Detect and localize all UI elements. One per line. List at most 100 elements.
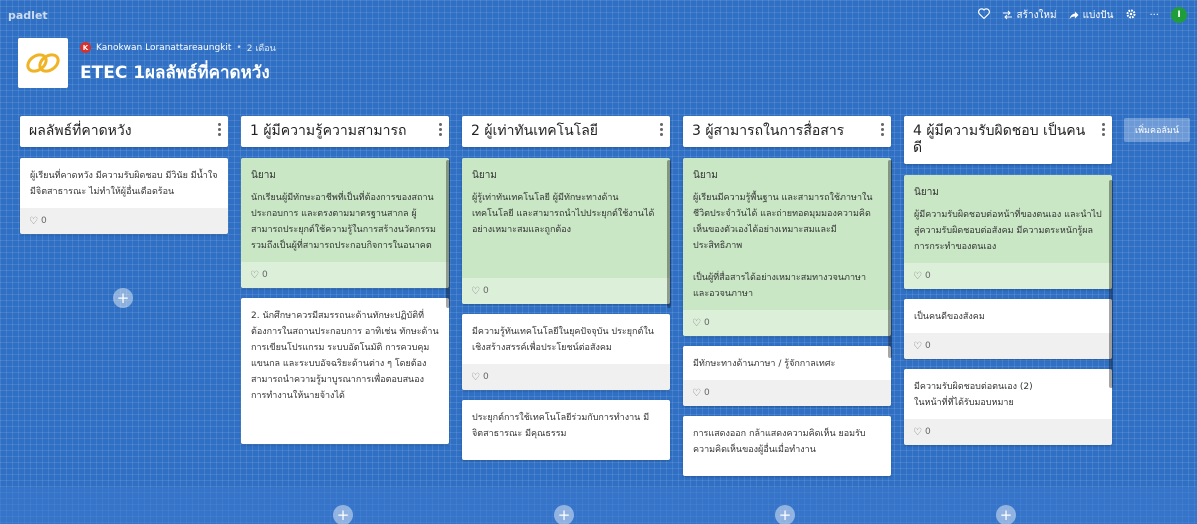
post-list: นิยาม ผู้รู้เท่าทันเทคโนโลยี ผู้มีทักษะท… bbox=[462, 158, 670, 460]
post-text: มีความรับผิดชอบต่อตนเอง (2) ในหน้าที่ที่… bbox=[914, 382, 1033, 408]
post-title: นิยาม bbox=[693, 170, 718, 181]
post-footer: ♡ 0 bbox=[683, 380, 891, 406]
post-card[interactable]: มีความรู้ทันเทคโนโลยีในยุคปัจจุบัน ประยุ… bbox=[462, 314, 670, 390]
column-title: 4 ผู้มีความรับผิดชอบ เป็นคนดี bbox=[913, 123, 1086, 156]
author-avatar: K bbox=[80, 42, 91, 53]
heart-icon[interactable]: ♡ bbox=[471, 372, 480, 383]
post-text: มีความรู้ทันเทคโนโลยีในยุคปัจจุบัน ประยุ… bbox=[472, 327, 654, 353]
post-footer: ♡ 0 bbox=[904, 263, 1112, 289]
heart-icon[interactable]: ♡ bbox=[913, 271, 922, 282]
author-line: K Kanokwan Loranattareaungkit • 2 เดือน bbox=[80, 41, 276, 55]
post-footer: ♡ 0 bbox=[904, 333, 1112, 359]
heart-icon[interactable]: ♡ bbox=[692, 318, 701, 329]
heart-icon[interactable]: ♡ bbox=[913, 427, 922, 438]
column-menu-icon[interactable] bbox=[658, 121, 664, 138]
column-header[interactable]: 2 ผู้เท่าทันเทคโนโลยี bbox=[462, 116, 670, 147]
heart-icon[interactable]: ♡ bbox=[913, 341, 922, 352]
add-post-button[interactable]: + bbox=[554, 505, 574, 524]
add-post-button[interactable]: + bbox=[333, 505, 353, 524]
heart-icon[interactable]: ♡ bbox=[29, 216, 38, 227]
post-list: นิยาม ผู้เรียนมีความรู้พื้นฐาน และสามารถ… bbox=[683, 158, 891, 476]
heart-icon[interactable] bbox=[977, 8, 990, 22]
column-menu-icon[interactable] bbox=[1100, 121, 1106, 138]
post-card[interactable]: ผู้เรียนที่คาดหวัง มีความรับผิดชอบ มีวิน… bbox=[20, 158, 228, 234]
post-body: ผู้เรียนที่คาดหวัง มีความรับผิดชอบ มีวิน… bbox=[20, 158, 228, 208]
column-scrollbar[interactable] bbox=[446, 160, 450, 308]
column-scrollbar[interactable] bbox=[1109, 180, 1113, 388]
column-header[interactable]: 4 ผู้มีความรับผิดชอบ เป็นคนดี bbox=[904, 116, 1112, 164]
post-text: เป็นคนดีของสังคม bbox=[914, 312, 985, 322]
user-avatar[interactable]: I bbox=[1171, 7, 1187, 23]
column-title: 3 ผู้สามารถในการสื่อสาร bbox=[692, 123, 845, 139]
post-text: มีทักษะทางด้านภาษา / รู้จักกาลเทศะ bbox=[693, 359, 836, 369]
like-count: 0 bbox=[482, 286, 489, 296]
author-name[interactable]: Kanokwan Loranattareaungkit bbox=[96, 43, 231, 53]
post-card[interactable]: 2. นักศึกษาควรมีสมรรถนะด้านทักษะปฏิบัติท… bbox=[241, 298, 449, 444]
more-menu-button[interactable]: ··· bbox=[1149, 10, 1159, 21]
post-body: นิยาม ผู้รู้เท่าทันเทคโนโลยี ผู้มีทักษะท… bbox=[462, 158, 670, 278]
add-post-button[interactable]: + bbox=[775, 505, 795, 524]
board-info: K Kanokwan Loranattareaungkit • 2 เดือน … bbox=[80, 41, 276, 86]
gear-icon[interactable] bbox=[1125, 8, 1137, 23]
column-header[interactable]: 1 ผู้มีความรู้ความสามารถ bbox=[241, 116, 449, 147]
separator-dot: • bbox=[236, 42, 242, 53]
share-button[interactable]: แบ่งปัน bbox=[1069, 8, 1114, 23]
remix-button[interactable]: สร้างใหม่ bbox=[1002, 8, 1057, 23]
post-text: ประยุกต์การใช้เทคโนโลยีร่วมกับการทำงาน ม… bbox=[472, 413, 650, 439]
post-card[interactable]: นิยาม นักเรียนผู้มีทักษะอาชีพที่เป็นที่ต… bbox=[241, 158, 449, 288]
post-card[interactable]: การแสดงออก กล้าแสดงความคิดเห็น ยอมรับควา… bbox=[683, 416, 891, 476]
post-body: 2. นักศึกษาควรมีสมรรถนะด้านทักษะปฏิบัติท… bbox=[241, 298, 449, 412]
board-title: ETEC 1ผลลัพธ์ที่คาดหวัง bbox=[80, 62, 270, 83]
post-card[interactable]: เป็นคนดีของสังคม ♡ 0 bbox=[904, 299, 1112, 359]
post-title: นิยาม bbox=[472, 170, 497, 181]
post-body: การแสดงออก กล้าแสดงความคิดเห็น ยอมรับควา… bbox=[683, 416, 891, 466]
column-communication: 3 ผู้สามารถในการสื่อสาร นิยาม ผู้เรียนมี… bbox=[683, 116, 891, 486]
post-card[interactable]: มีทักษะทางด้านภาษา / รู้จักกาลเทศะ ♡ 0 bbox=[683, 346, 891, 406]
post-text: การแสดงออก กล้าแสดงความคิดเห็น ยอมรับควา… bbox=[693, 429, 866, 455]
heart-icon[interactable]: ♡ bbox=[692, 388, 701, 399]
column-menu-icon[interactable] bbox=[879, 121, 885, 138]
post-card[interactable]: นิยาม ผู้รู้เท่าทันเทคโนโลยี ผู้มีทักษะท… bbox=[462, 158, 670, 304]
add-column-button[interactable]: เพิ่มคอลัมน์ bbox=[1124, 118, 1190, 142]
heart-icon[interactable]: ♡ bbox=[250, 270, 259, 281]
remix-icon bbox=[1002, 10, 1012, 20]
post-body: มีความรู้ทันเทคโนโลยีในยุคปัจจุบัน ประยุ… bbox=[462, 314, 670, 364]
post-list: นิยาม ผู้มีความรับผิดชอบต่อหน้าที่ของตนเ… bbox=[904, 175, 1112, 445]
post-body: ประยุกต์การใช้เทคโนโลยีร่วมกับการทำงาน ม… bbox=[462, 400, 670, 450]
share-label: แบ่งปัน bbox=[1082, 9, 1114, 21]
post-age: 2 เดือน bbox=[246, 43, 276, 54]
add-post-button[interactable]: + bbox=[113, 288, 133, 308]
post-card[interactable]: มีความรับผิดชอบต่อตนเอง (2) ในหน้าที่ที่… bbox=[904, 369, 1112, 445]
column-knowledge-ability: 1 ผู้มีความรู้ความสามารถ นิยาม นักเรียนผ… bbox=[241, 116, 449, 454]
padlet-brand[interactable]: padlet bbox=[8, 9, 48, 22]
post-body: นิยาม นักเรียนผู้มีทักษะอาชีพที่เป็นที่ต… bbox=[241, 158, 449, 262]
column-title: 2 ผู้เท่าทันเทคโนโลยี bbox=[471, 123, 599, 139]
heart-icon[interactable]: ♡ bbox=[471, 286, 480, 297]
post-body: มีทักษะทางด้านภาษา / รู้จักกาลเทศะ bbox=[683, 346, 891, 380]
post-card[interactable]: นิยาม ผู้มีความรับผิดชอบต่อหน้าที่ของตนเ… bbox=[904, 175, 1112, 289]
column-header[interactable]: ผลลัพธ์ที่คาดหวัง bbox=[20, 116, 228, 147]
board-logo-icon bbox=[18, 38, 68, 88]
column-scrollbar[interactable] bbox=[888, 160, 892, 358]
like-count: 0 bbox=[703, 318, 710, 328]
post-text: ผู้รู้เท่าทันเทคโนโลยี ผู้มีทักษะทางด้าน… bbox=[472, 193, 655, 235]
post-list: นิยาม นักเรียนผู้มีทักษะอาชีพที่เป็นที่ต… bbox=[241, 158, 449, 444]
column-menu-icon[interactable] bbox=[216, 121, 222, 138]
column-header[interactable]: 3 ผู้สามารถในการสื่อสาร bbox=[683, 116, 891, 147]
remix-label: สร้างใหม่ bbox=[1016, 9, 1057, 21]
post-card[interactable]: ประยุกต์การใช้เทคโนโลยีร่วมกับการทำงาน ม… bbox=[462, 400, 670, 460]
column-scrollbar[interactable] bbox=[667, 160, 671, 308]
post-title: นิยาม bbox=[251, 170, 276, 181]
post-footer: ♡ 0 bbox=[462, 278, 670, 304]
top-actions: สร้างใหม่ แบ่งปัน ··· I bbox=[977, 7, 1187, 23]
post-text: 2. นักศึกษาควรมีสมรรถนะด้านทักษะปฏิบัติท… bbox=[251, 311, 439, 401]
like-count: 0 bbox=[924, 341, 931, 351]
like-count: 0 bbox=[482, 372, 489, 382]
column-menu-icon[interactable] bbox=[437, 121, 443, 138]
column-tech-savvy: 2 ผู้เท่าทันเทคโนโลยี นิยาม ผู้รู้เท่าทั… bbox=[462, 116, 670, 470]
like-count: 0 bbox=[924, 271, 931, 281]
post-card[interactable]: นิยาม ผู้เรียนมีความรู้พื้นฐาน และสามารถ… bbox=[683, 158, 891, 336]
add-post-button[interactable]: + bbox=[996, 505, 1016, 524]
post-footer: ♡ 0 bbox=[462, 364, 670, 390]
like-count: 0 bbox=[261, 270, 268, 280]
